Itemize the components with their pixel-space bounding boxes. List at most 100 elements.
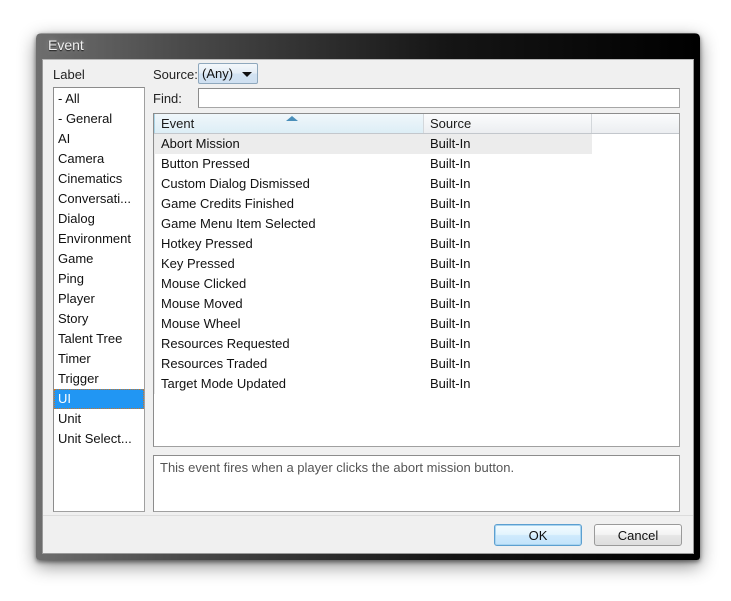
label-list[interactable]: - All - General AI Camera Cinematics Conversa…: [53, 87, 145, 512]
source-filter-dropdown[interactable]: (Any): [198, 63, 258, 84]
event-cell-extra: [592, 254, 679, 274]
ok-button[interactable]: OK: [494, 524, 582, 546]
label-list-item[interactable]: Dialog: [54, 209, 144, 229]
event-grid-row[interactable]: Game Menu Item Selected Built-In: [154, 214, 679, 234]
label-list-item-text: Timer: [58, 351, 91, 366]
event-cell-name: Key Pressed: [154, 254, 424, 274]
event-cell-name: Resources Traded: [154, 354, 424, 374]
label-list-item[interactable]: Cinematics: [54, 169, 144, 189]
source-filter-value: (Any): [202, 66, 234, 81]
event-cell-source: Built-In: [430, 376, 471, 391]
event-cell-extra: [592, 154, 679, 174]
event-grid-row[interactable]: Resources Requested Built-In: [154, 334, 679, 354]
event-cell-source: Built-In: [430, 176, 471, 191]
label-list-item[interactable]: Conversati...: [54, 189, 144, 209]
column-header-event[interactable]: Event: [154, 114, 424, 133]
title-bar[interactable]: Event: [36, 33, 700, 59]
event-grid-row[interactable]: Resources Traded Built-In: [154, 354, 679, 374]
find-field-label: Find:: [153, 91, 182, 106]
event-cell-name: Target Mode Updated: [154, 374, 424, 394]
event-cell-name: Game Menu Item Selected: [154, 214, 424, 234]
column-header-event-label: Event: [161, 116, 195, 131]
event-grid-row[interactable]: Button Pressed Built-In: [154, 154, 679, 174]
event-cell-source: Built-In: [430, 216, 471, 231]
sort-ascending-icon: [286, 116, 298, 121]
event-cell-source: Built-In: [424, 134, 592, 154]
label-list-item-text: Dialog: [58, 211, 95, 226]
label-list-item-text: Ping: [58, 271, 85, 286]
event-grid-row[interactable]: Mouse Moved Built-In: [154, 294, 679, 314]
event-cell-source: Built-In: [430, 196, 471, 211]
label-list-item[interactable]: Player: [54, 289, 144, 309]
label-list-item-text: Camera: [58, 151, 105, 166]
chevron-down-icon: [242, 72, 252, 77]
label-list-item[interactable]: Timer: [54, 349, 144, 369]
dialog-button-bar: OK Cancel: [43, 515, 693, 553]
column-header-extra[interactable]: [592, 114, 679, 133]
label-list-item-text: Story: [58, 311, 89, 326]
event-cell-extra: [592, 174, 679, 194]
label-list-item[interactable]: Environment: [54, 229, 144, 249]
event-cell-source: Built-In: [430, 256, 471, 271]
event-grid-row[interactable]: Game Credits Finished Built-In: [154, 194, 679, 214]
label-list-item[interactable]: - General: [54, 109, 144, 129]
event-cell-source: Built-In: [430, 156, 471, 171]
event-grid-row[interactable]: Target Mode Updated Built-In: [154, 374, 679, 394]
label-list-item-text: Talent Tree: [58, 331, 123, 346]
event-cell-name: Abort Mission: [154, 134, 424, 154]
column-header-source[interactable]: Source: [424, 114, 592, 133]
label-list-item-text: - All: [58, 91, 80, 106]
label-list-item[interactable]: UI: [54, 389, 144, 409]
event-cell-extra: [592, 234, 679, 254]
event-grid-header: Event Source: [154, 114, 679, 134]
label-list-item[interactable]: Trigger: [54, 369, 144, 389]
event-cell-name: Custom Dialog Dismissed: [154, 174, 424, 194]
event-cell-name: Mouse Clicked: [154, 274, 424, 294]
event-cell-name: Resources Requested: [154, 334, 424, 354]
find-input[interactable]: [198, 88, 680, 108]
event-grid-row[interactable]: Hotkey Pressed Built-In: [154, 234, 679, 254]
event-cell-extra: [592, 294, 679, 314]
event-grid-row[interactable]: Mouse Clicked Built-In: [154, 274, 679, 294]
label-list-item-text: UI: [58, 391, 71, 406]
label-list-item-text: Player: [58, 291, 95, 306]
event-grid-row[interactable]: Key Pressed Built-In: [154, 254, 679, 274]
label-list-item[interactable]: Camera: [54, 149, 144, 169]
label-list-item-text: Conversati...: [58, 191, 131, 206]
label-list-item[interactable]: Ping: [54, 269, 144, 289]
label-list-item-text: AI: [58, 131, 71, 146]
event-cell-source: Built-In: [430, 296, 471, 311]
label-list-item[interactable]: AI: [54, 129, 144, 149]
event-cell-source: Built-In: [430, 316, 471, 331]
event-cell-extra: [592, 214, 679, 234]
event-cell-source: Built-In: [430, 356, 471, 371]
label-list-item[interactable]: Unit Select...: [54, 429, 144, 449]
label-list-item[interactable]: Game: [54, 249, 144, 269]
event-grid-row[interactable]: Mouse Wheel Built-In: [154, 314, 679, 334]
event-cell-name: Mouse Moved: [154, 294, 424, 314]
window-title: Event: [48, 37, 84, 53]
label-list-item-text: - General: [58, 111, 113, 126]
event-cell-extra: [592, 134, 679, 154]
label-list-item[interactable]: Unit: [54, 409, 144, 429]
event-grid-body: Abort Mission Built-In Button Pressed Built…: [154, 134, 679, 394]
event-grid-row[interactable]: Abort Mission Built-In: [154, 134, 679, 154]
event-dialog-window: Event Label - All - General AI Camera Cinema…: [36, 33, 700, 560]
source-filter-label: Source:: [153, 67, 198, 82]
event-description-box: This event fires when a player clicks th…: [153, 455, 680, 512]
event-grid-row[interactable]: Custom Dialog Dismissed Built-In: [154, 174, 679, 194]
event-cell-name: Button Pressed: [154, 154, 424, 174]
label-list-item-text: Cinematics: [58, 171, 123, 186]
label-list-item[interactable]: - All: [54, 89, 144, 109]
event-cell-name: Game Credits Finished: [154, 194, 424, 214]
cancel-button[interactable]: Cancel: [594, 524, 682, 546]
event-cell-extra: [592, 274, 679, 294]
column-header-source-label: Source: [430, 116, 472, 131]
event-cell-source: Built-In: [430, 236, 471, 251]
event-grid[interactable]: Event Source Abort Mission Built-In Button…: [153, 113, 680, 447]
label-column-header: Label: [53, 67, 85, 82]
event-cell-extra: [592, 354, 679, 374]
event-cell-source: Built-In: [430, 276, 471, 291]
label-list-item[interactable]: Story: [54, 309, 144, 329]
label-list-item[interactable]: Talent Tree: [54, 329, 144, 349]
